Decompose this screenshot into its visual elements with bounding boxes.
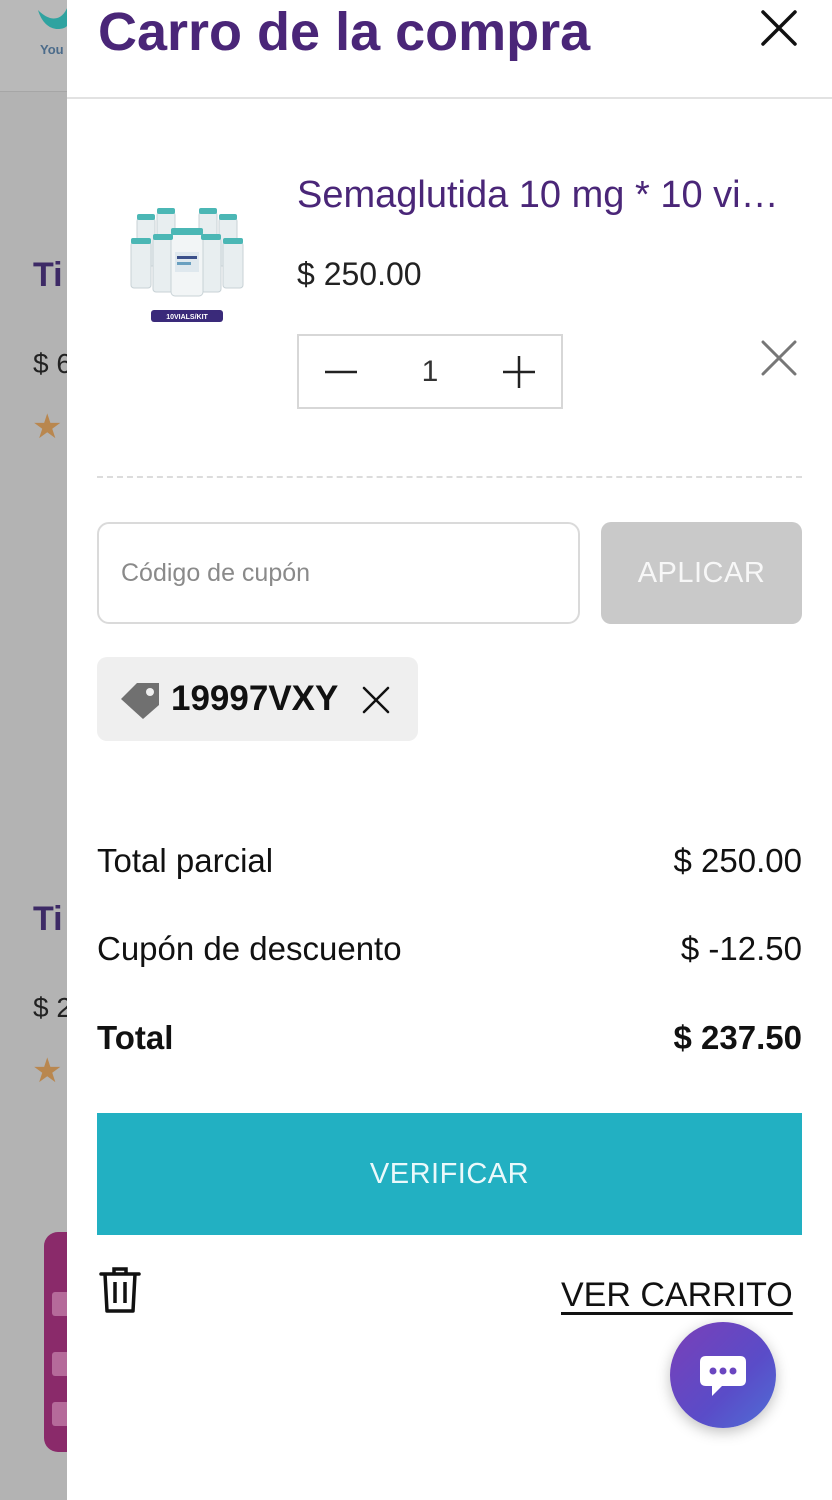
discount-label: Cupón de descuento bbox=[97, 930, 402, 967]
star-icon: ★ bbox=[32, 408, 63, 446]
discount-value: $ -12.50 bbox=[680, 930, 802, 967]
minus-icon bbox=[325, 370, 357, 373]
quantity-stepper: 1 bbox=[297, 334, 563, 409]
drawer-title: Carro de la compra bbox=[98, 2, 591, 62]
applied-coupon-code: 19997VXY bbox=[171, 679, 339, 718]
coupon-input[interactable] bbox=[97, 522, 580, 624]
product-image-label: 10VIALS/KIT bbox=[166, 314, 208, 321]
background-product-title: Ti bbox=[33, 256, 63, 294]
remove-coupon-icon[interactable] bbox=[361, 685, 391, 715]
total-label: Total bbox=[97, 1019, 174, 1056]
tag-icon bbox=[121, 683, 159, 719]
increase-quantity-button[interactable] bbox=[477, 336, 561, 407]
star-icon: ★ bbox=[32, 1052, 63, 1090]
apply-coupon-button[interactable]: APLICAR bbox=[601, 522, 802, 624]
trash-icon[interactable] bbox=[99, 1266, 141, 1314]
plus-icon bbox=[503, 355, 535, 388]
product-price: $ 250.00 bbox=[297, 256, 422, 292]
subtotal-value: $ 250.00 bbox=[673, 842, 802, 879]
cart-drawer: Carro de la compra 10VIALS/KIT Semagluti… bbox=[67, 0, 832, 1500]
applied-coupon-tag: 19997VXY bbox=[97, 657, 418, 741]
logo-text: You bbox=[40, 42, 64, 57]
product-image: 10VIALS/KIT bbox=[130, 208, 244, 322]
product-name[interactable]: Semaglutida 10 mg * 10 viales bbox=[297, 170, 797, 220]
total-value: $ 237.50 bbox=[673, 1019, 802, 1056]
total-row: Total $ 237.50 bbox=[97, 1013, 802, 1063]
background-product-title: Ti bbox=[33, 900, 63, 938]
chat-icon bbox=[700, 1356, 746, 1396]
close-icon[interactable] bbox=[755, 4, 803, 52]
decrease-quantity-button[interactable] bbox=[299, 336, 383, 407]
remove-item-icon[interactable] bbox=[759, 338, 799, 378]
checkout-button[interactable]: VERIFICAR bbox=[97, 1113, 802, 1235]
divider bbox=[97, 476, 802, 478]
subtotal-row: Total parcial $ 250.00 bbox=[97, 836, 802, 886]
discount-row: Cupón de descuento $ -12.50 bbox=[97, 924, 802, 974]
chat-button[interactable] bbox=[670, 1322, 776, 1428]
subtotal-label: Total parcial bbox=[97, 842, 274, 879]
drawer-header: Carro de la compra bbox=[67, 0, 832, 99]
view-cart-link[interactable]: VER CARRITO bbox=[561, 1272, 793, 1318]
quantity-value[interactable]: 1 bbox=[383, 355, 477, 389]
